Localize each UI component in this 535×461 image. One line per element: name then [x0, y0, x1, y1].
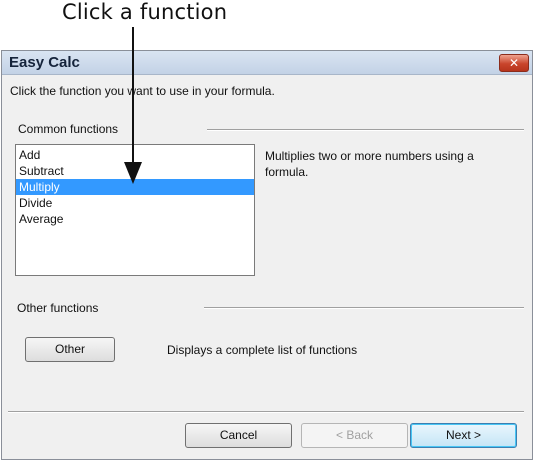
- close-button[interactable]: ✕: [499, 54, 529, 72]
- title-bar: Easy Calc ✕: [2, 51, 532, 75]
- other-button[interactable]: Other: [25, 337, 115, 362]
- callout-label: Click a function: [62, 0, 228, 24]
- function-description: Multiplies two or more numbers using a f…: [265, 149, 474, 179]
- other-functions-divider: [204, 307, 524, 309]
- list-item-average[interactable]: Average: [16, 211, 254, 227]
- list-item-add[interactable]: Add: [16, 147, 254, 163]
- cancel-button[interactable]: Cancel: [185, 423, 292, 448]
- other-functions-label: Other functions: [17, 301, 99, 315]
- common-functions-label: Common functions: [18, 122, 119, 136]
- easy-calc-dialog: Easy Calc ✕ Click the function you want …: [1, 50, 533, 460]
- functions-listbox[interactable]: Add Subtract Multiply Divide Average: [15, 144, 255, 276]
- other-description: Displays a complete list of functions: [167, 343, 358, 357]
- list-item-subtract[interactable]: Subtract: [16, 163, 254, 179]
- footer-divider: [8, 411, 524, 413]
- common-functions-divider: [207, 129, 524, 131]
- next-button[interactable]: Next >: [410, 423, 517, 448]
- window-title: Easy Calc: [9, 54, 80, 71]
- back-button[interactable]: < Back: [301, 423, 408, 448]
- instruction-text: Click the function you want to use in yo…: [10, 84, 275, 98]
- list-item-divide[interactable]: Divide: [16, 195, 254, 211]
- list-item-multiply[interactable]: Multiply: [16, 179, 254, 195]
- close-icon: ✕: [508, 56, 520, 70]
